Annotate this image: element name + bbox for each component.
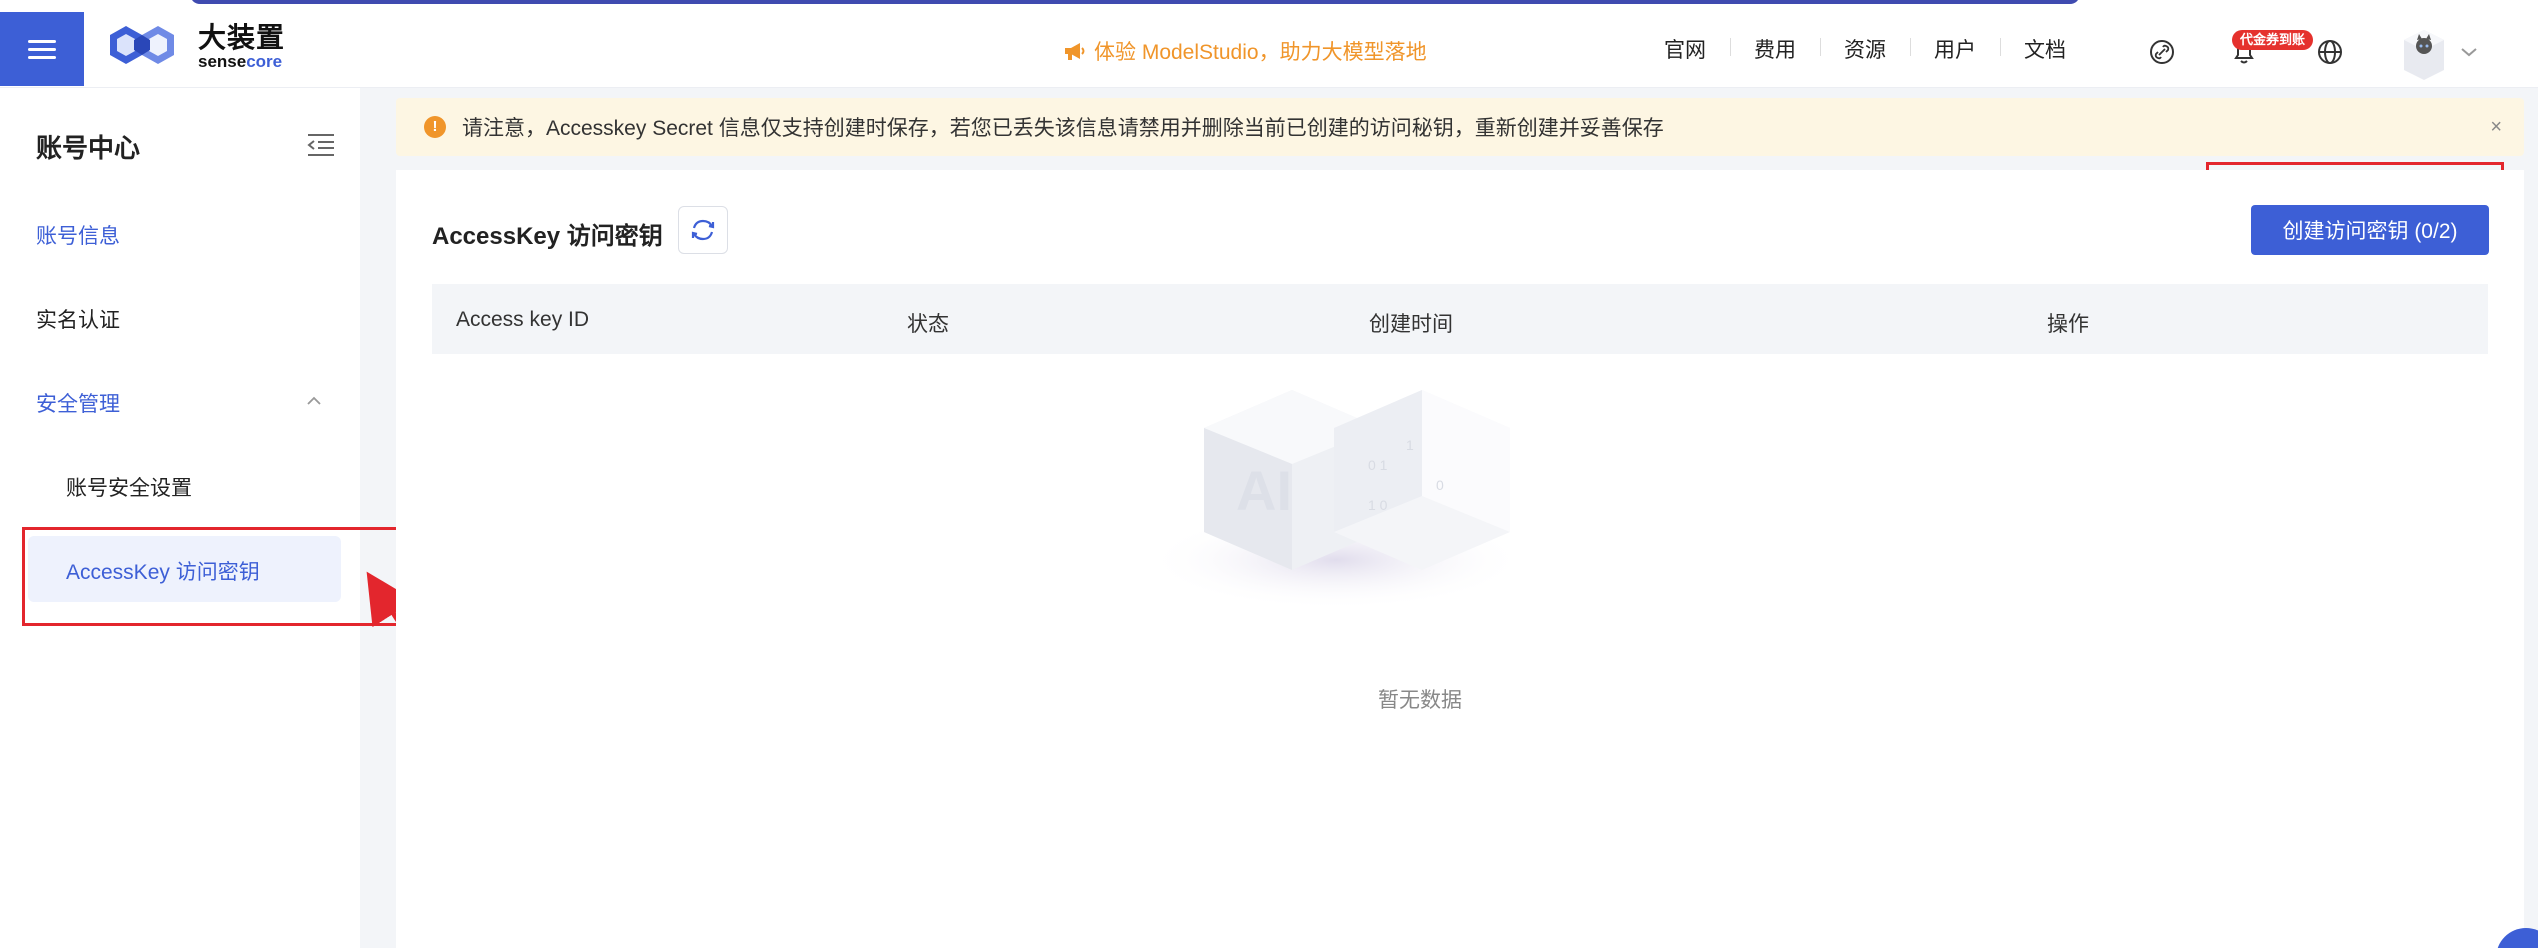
sidebar-title: 账号中心 xyxy=(36,133,141,163)
notice-text: 请注意，Accesskey Secret 信息仅支持创建时保存，若您已丢失该信息… xyxy=(462,117,1664,140)
link-icon[interactable] xyxy=(2148,38,2176,66)
notice-alert: ! 请注意，Accesskey Secret 信息仅支持创建时保存，若您已丢失该… xyxy=(396,98,2524,156)
empty-state-text: 暂无数据 xyxy=(1378,689,1462,712)
logo-chinese-text: 大装置 xyxy=(198,22,286,53)
refresh-button[interactable] xyxy=(678,206,728,254)
megaphone-icon xyxy=(1065,43,1085,60)
promo-link[interactable]: 体验 ModelStudio，助力大模型落地 xyxy=(1062,36,1427,66)
avatar[interactable] xyxy=(2400,26,2448,82)
top-header: 大装置 sensecore 体验 ModelStudio，助力大模型落地 官网 … xyxy=(0,8,2538,88)
svg-text:AI: AI xyxy=(1236,459,1292,522)
chevron-up-icon[interactable] xyxy=(306,396,322,406)
logo-mark-icon xyxy=(110,26,174,64)
globe-icon[interactable] xyxy=(2316,38,2344,66)
logo-english-text: sensecore xyxy=(198,53,285,71)
nav-billing[interactable]: 费用 xyxy=(1730,34,1820,64)
svg-text:0 1: 0 1 xyxy=(1368,457,1388,473)
page-title: AccessKey 访问密钥 xyxy=(432,223,663,250)
svg-text:1 0: 1 0 xyxy=(1368,497,1388,513)
sidebar-item-account-info[interactable]: 账号信息 xyxy=(36,220,120,250)
browser-bar xyxy=(190,0,2080,4)
menu-icon xyxy=(28,35,56,64)
column-header-actions[interactable]: 操作 xyxy=(2047,308,2089,338)
sidebar-item-real-name[interactable]: 实名认证 xyxy=(36,304,120,334)
refresh-icon xyxy=(691,219,715,241)
top-nav: 官网 费用 资源 用户 文档 xyxy=(1640,34,2090,64)
column-header-access-key-id[interactable]: Access key ID xyxy=(456,308,589,332)
accesskey-card: AccessKey 访问密钥 创建访问密钥 (0/2) Access key I… xyxy=(396,170,2524,948)
nav-users[interactable]: 用户 xyxy=(1910,34,2000,64)
create-accesskey-button[interactable]: 创建访问密钥 (0/2) xyxy=(2251,205,2489,255)
close-icon[interactable]: × xyxy=(2490,116,2502,139)
annotation-box-sidebar xyxy=(22,527,413,626)
promo-text: 体验 ModelStudio，助力大模型落地 xyxy=(1094,41,1427,64)
nav-docs[interactable]: 文档 xyxy=(2000,34,2090,64)
menu-button[interactable] xyxy=(0,12,84,86)
warning-icon: ! xyxy=(424,116,446,138)
logo[interactable]: 大装置 sensecore xyxy=(108,22,285,72)
sidebar-item-security[interactable]: 安全管理 xyxy=(36,388,120,418)
collapse-sidebar-icon[interactable] xyxy=(306,132,336,158)
empty-state-illustration: AI 0 1 1 0 1 0 xyxy=(1146,390,1526,610)
logo-sense: sense xyxy=(198,52,247,71)
nav-official-site[interactable]: 官网 xyxy=(1640,34,1730,64)
column-header-status[interactable]: 状态 xyxy=(907,308,949,338)
sidebar: 账号中心 账号信息 实名认证 安全管理 账号安全设置 AccessKey 访问密… xyxy=(0,88,360,948)
column-header-created-time[interactable]: 创建时间 xyxy=(1369,308,1453,338)
logo-core: core xyxy=(246,52,283,71)
browser-strip xyxy=(0,0,2538,8)
svg-text:1: 1 xyxy=(1406,437,1414,453)
nav-resources[interactable]: 资源 xyxy=(1820,34,1910,64)
sidebar-item-account-security-settings[interactable]: 账号安全设置 xyxy=(66,472,192,502)
svg-text:0: 0 xyxy=(1436,477,1444,493)
table-header: Access key ID 状态 创建时间 操作 xyxy=(432,284,2488,354)
notification-badge: 代金券到账 xyxy=(2232,30,2314,50)
chevron-down-icon[interactable] xyxy=(2460,46,2478,58)
